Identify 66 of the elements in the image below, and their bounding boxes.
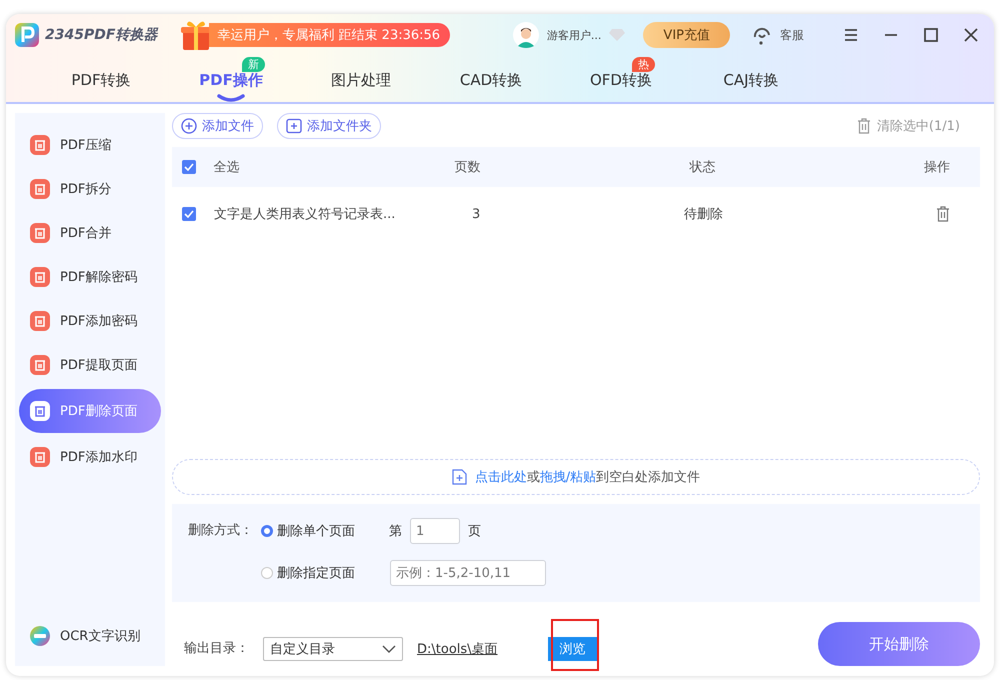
tab-badge: 热 bbox=[632, 56, 655, 72]
trash-icon bbox=[856, 118, 871, 134]
tool-icon bbox=[30, 223, 50, 243]
sidebar-item[interactable]: PDF拆分 bbox=[19, 169, 161, 209]
close-icon[interactable] bbox=[964, 28, 978, 42]
tool-icon bbox=[30, 179, 50, 199]
service-label[interactable]: 客服 bbox=[780, 26, 804, 44]
sidebar-item[interactable]: PDF解除密码 bbox=[19, 257, 161, 297]
page-prefix: 第 bbox=[389, 523, 402, 540]
avatar-icon[interactable] bbox=[512, 22, 539, 48]
sidebar-item[interactable]: PDF提取页面 bbox=[19, 345, 161, 385]
app-name: 2345PDF转换器 bbox=[45, 26, 158, 44]
tool-icon bbox=[30, 267, 50, 287]
sidebar-item[interactable]: PDF合并 bbox=[19, 213, 161, 253]
file-status: 待删除 bbox=[683, 206, 724, 223]
page-number-field[interactable]: 1 bbox=[410, 518, 460, 544]
highlight-frame bbox=[550, 619, 599, 671]
drop-zone[interactable]: 点击此处或拖拽/粘贴到空白处添加文件 bbox=[172, 459, 980, 495]
sidebar-item[interactable]: PDF压缩 bbox=[19, 125, 161, 165]
page-count: 3 bbox=[471, 206, 482, 222]
output-label: 输出目录： bbox=[184, 640, 249, 658]
caret-icon bbox=[382, 645, 396, 653]
nav-tab[interactable]: PDF转换 bbox=[71, 66, 131, 94]
directory-dropdown[interactable]: 自定义目录 bbox=[263, 637, 403, 661]
sidebar-item[interactable]: PDF添加密码 bbox=[19, 301, 161, 341]
column-header: 状态 bbox=[688, 159, 717, 176]
plus-circle-icon bbox=[181, 118, 197, 134]
file-name: 文字是人类用表义符号记录表... bbox=[214, 206, 396, 223]
add-file-icon bbox=[452, 469, 467, 485]
column-header: 页数 bbox=[453, 159, 482, 176]
tool-icon bbox=[30, 401, 50, 421]
page-suffix: 页 bbox=[468, 523, 481, 540]
add-folder-button[interactable]: 添加文件夹 bbox=[277, 113, 381, 139]
add-file-button[interactable]: 添加文件 bbox=[172, 113, 263, 139]
headset-icon[interactable] bbox=[752, 25, 772, 45]
delete-icon[interactable] bbox=[936, 206, 950, 222]
output-path-link[interactable]: D:\tools\桌面 bbox=[417, 640, 498, 658]
sidebar-item[interactable]: PDF添加水印 bbox=[19, 437, 161, 477]
drop-hint: 点击此处或拖拽/粘贴到空白处添加文件 bbox=[474, 469, 700, 486]
diamond-icon bbox=[609, 29, 626, 41]
menu-icon[interactable] bbox=[844, 28, 858, 42]
page-range-field[interactable]: 示例：1-5,2-10,11 bbox=[390, 560, 546, 586]
select-all-checkbox[interactable] bbox=[182, 160, 196, 174]
radio-option[interactable]: 删除单个页面 bbox=[261, 522, 381, 540]
tool-icon bbox=[30, 355, 50, 375]
vip-button[interactable]: VIP充值 bbox=[643, 22, 730, 48]
tool-icon bbox=[30, 135, 50, 155]
tab-badge: 新 bbox=[242, 56, 265, 72]
nav-tab[interactable]: 图片处理 bbox=[331, 66, 391, 94]
maximize-icon[interactable] bbox=[924, 28, 938, 42]
active-tab-indicator bbox=[217, 94, 245, 102]
sidebar-item[interactable]: OCR文字识别 bbox=[19, 616, 161, 656]
row-checkbox[interactable] bbox=[182, 207, 196, 221]
tool-icon bbox=[30, 447, 50, 467]
column-header: 操作 bbox=[924, 159, 952, 176]
option-label: 删除方式： bbox=[188, 522, 253, 540]
app-logo-icon bbox=[15, 23, 39, 47]
plus-square-icon bbox=[286, 118, 302, 134]
user-name[interactable]: 游客用户... bbox=[546, 28, 602, 42]
hint-link[interactable]: 点击此处 bbox=[474, 470, 527, 485]
nav-tab[interactable]: CAD转换 bbox=[460, 66, 522, 94]
hint-link[interactable]: 拖拽/粘贴 bbox=[540, 470, 596, 485]
radio-option[interactable]: 删除指定页面 bbox=[261, 564, 381, 582]
tool-icon bbox=[30, 311, 50, 331]
nav-tab[interactable]: CAJ转换 bbox=[723, 66, 779, 94]
column-header: 全选 bbox=[214, 159, 241, 176]
